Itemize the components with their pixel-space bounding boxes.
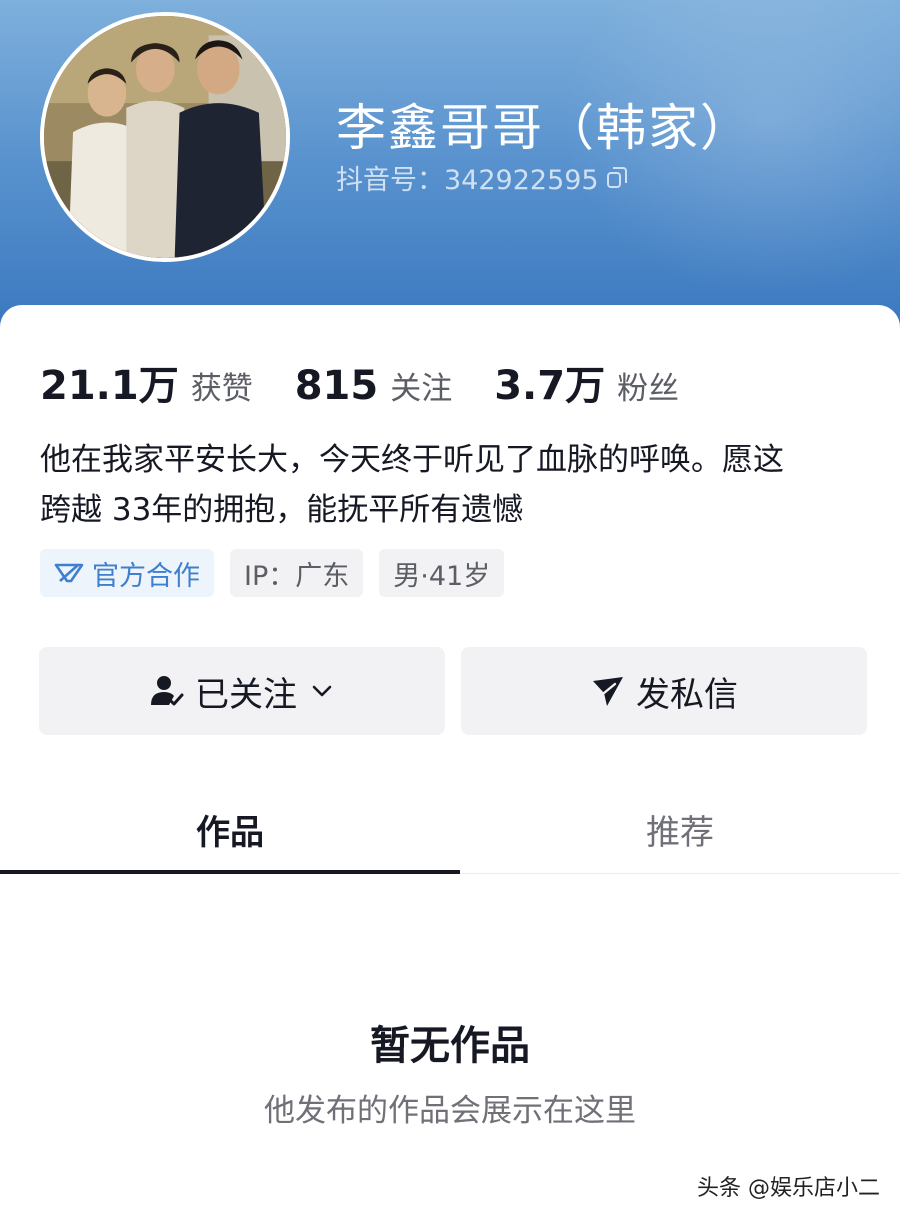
bio: 他在我家平安长大，今天终于听见了血脉的呼唤。愿这 跨越 33年的拥抱，能抚平所有… [40,435,880,535]
copy-icon[interactable] [606,166,629,189]
ip-location-tag: IP：广东 [230,549,364,597]
active-tab-indicator [0,870,460,874]
profile-header: 李鑫哥哥（韩家） 抖音号：342922595 [0,0,900,330]
profile-page: 李鑫哥哥（韩家） 抖音号：342922595 21.1万 获赞 815 关注 3… [0,0,900,1220]
following-button[interactable]: 已关注 [39,647,445,735]
stat-value: 21.1万 [40,363,179,409]
gender-age-tag: 男·41岁 [379,549,505,597]
stat-likes[interactable]: 21.1万 获赞 [40,353,253,411]
watermark: 头条 @娱乐店小二 [697,1176,880,1201]
profile-card: 21.1万 获赞 815 关注 3.7万 粉丝 他在我家平安长大，今天终于听见了… [0,305,900,1220]
gender-age-label: 男·41岁 [393,560,491,592]
send-icon [593,677,623,706]
tab-recommended[interactable]: 推荐 [460,785,900,873]
content-tabs: 作品 推荐 [0,785,900,874]
family-photo-avatar [44,16,286,258]
action-buttons: 已关注 发私信 [39,647,867,735]
send-message-label: 发私信 [636,674,738,715]
chevron-down-icon [312,685,332,697]
empty-state-subtitle: 他发布的作品会展示在这里 [264,1093,636,1129]
bio-line: 他在我家平安长大，今天终于听见了血脉的呼唤。愿这 [40,442,784,478]
stat-value: 815 [294,363,379,409]
official-partner-icon [54,563,84,583]
stat-label: 获赞 [190,371,253,407]
stat-label: 粉丝 [617,371,680,407]
stat-followers[interactable]: 3.7万 粉丝 [494,353,679,411]
official-partner-tag[interactable]: 官方合作 [40,549,214,597]
douyin-id-row[interactable]: 抖音号：342922595 [336,158,629,197]
ip-location-label: IP：广东 [244,560,350,592]
profile-tags: 官方合作 IP：广东 男·41岁 [40,549,520,597]
official-partner-label: 官方合作 [92,560,200,592]
stat-value: 3.7万 [494,363,606,409]
nickname: 李鑫哥哥（韩家） [336,99,752,157]
bio-line: 跨越 33年的拥抱，能抚平所有遗憾 [40,492,524,528]
avatar[interactable] [40,12,290,262]
empty-state-title: 暂无作品 [370,1023,530,1069]
send-message-button[interactable]: 发私信 [461,647,867,735]
douyin-id: 抖音号：342922595 [336,165,599,196]
following-label: 已关注 [195,674,297,715]
stat-following[interactable]: 815 关注 [295,363,453,409]
user-check-icon [151,676,184,706]
stats-row: 21.1万 获赞 815 关注 3.7万 粉丝 [40,353,721,411]
stat-label: 关注 [390,371,453,407]
tab-works[interactable]: 作品 [0,785,460,873]
